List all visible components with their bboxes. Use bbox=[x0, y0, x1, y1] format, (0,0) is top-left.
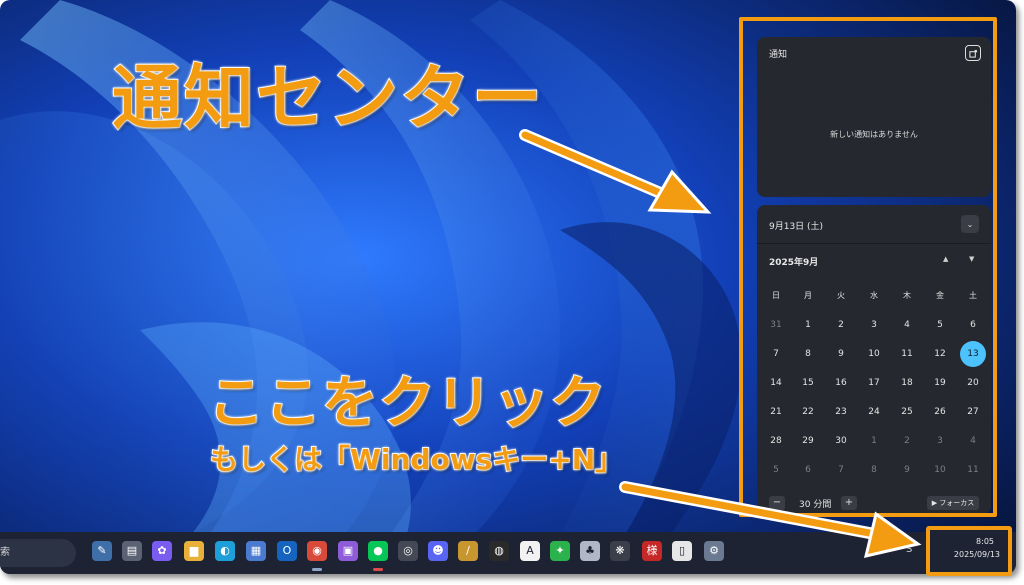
discord-icon[interactable]: ☻ bbox=[428, 541, 448, 561]
annotation-notification-center: 通知センター bbox=[111, 56, 544, 140]
document-icon[interactable]: ▯ bbox=[672, 541, 692, 561]
search-label: 索 bbox=[0, 547, 10, 558]
taskbar-search-box[interactable]: 索 bbox=[0, 539, 76, 567]
davinci-icon[interactable]: ◎ bbox=[398, 541, 418, 561]
tray-overflow-label[interactable]: S bbox=[906, 544, 912, 555]
japanese-app-icon[interactable]: 様 bbox=[642, 541, 662, 561]
chatgpt-icon[interactable]: ❋ bbox=[610, 541, 630, 561]
outlook-icon[interactable]: O bbox=[277, 541, 297, 561]
obs-icon[interactable]: ◍ bbox=[489, 541, 509, 561]
reader-icon[interactable]: ▣ bbox=[338, 541, 358, 561]
active-app-indicator bbox=[373, 568, 383, 571]
widgets-icon[interactable]: ✎ bbox=[92, 541, 112, 561]
notification-panel-highlight bbox=[739, 17, 997, 517]
active-app-indicator bbox=[312, 568, 322, 571]
file-explorer-icon[interactable]: ▆ bbox=[184, 541, 204, 561]
settings-gear-icon[interactable]: ⚙ bbox=[704, 541, 724, 561]
annotation-shortcut: もしくは「Windowsキー+N」 bbox=[209, 442, 624, 477]
taskbar: 索 ✎ ▤ ✿ ▆ ◐ ▦ O ◉ ▣ ● ◎ ☻ / ◍ A ✦ ♣ ❋ 様 ▯ ⚙ bbox=[0, 532, 1016, 574]
store-icon[interactable]: ▦ bbox=[246, 541, 266, 561]
annotation-click-here: ここをクリック bbox=[207, 370, 607, 437]
photo-app-icon[interactable]: ♣ bbox=[580, 541, 600, 561]
copilot-icon[interactable]: ✿ bbox=[152, 541, 172, 561]
line-icon[interactable]: ● bbox=[368, 541, 388, 561]
feedly-icon[interactable]: ✦ bbox=[550, 541, 570, 561]
clock-date: 2025/09/13 bbox=[953, 550, 1000, 559]
notion-icon[interactable]: A bbox=[520, 541, 540, 561]
task-view-icon[interactable]: ▤ bbox=[122, 541, 142, 561]
chrome-icon[interactable]: ◉ bbox=[307, 541, 327, 561]
clock-time: 8:05 bbox=[976, 537, 994, 546]
pen-tool-icon[interactable]: / bbox=[458, 541, 478, 561]
edge-icon[interactable]: ◐ bbox=[215, 541, 235, 561]
taskbar-clock-button[interactable]: 8:05 2025/09/13 bbox=[926, 526, 1012, 576]
